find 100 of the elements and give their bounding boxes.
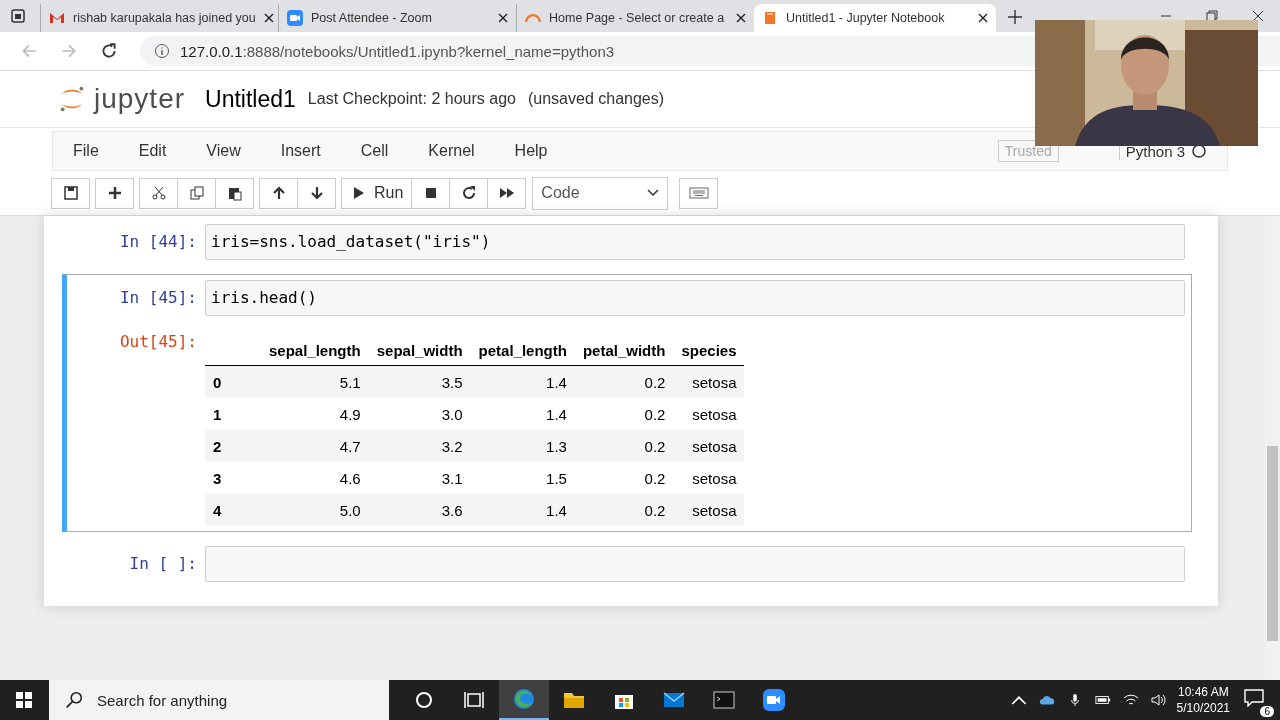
logo-icon: [58, 84, 86, 114]
table-cell: 0.2: [644, 437, 666, 455]
restart-button[interactable]: [449, 177, 489, 209]
plus-icon: [106, 185, 123, 201]
video-camera-icon: [762, 688, 786, 712]
save-button[interactable]: [51, 177, 90, 209]
add-cell-button[interactable]: [95, 177, 134, 209]
menu-item[interactable]: Insert: [280, 142, 321, 160]
move-up-button[interactable]: [259, 177, 298, 209]
menu-item[interactable]: Kernel: [428, 142, 475, 160]
menu-item[interactable]: File: [73, 142, 99, 160]
output-prompt: Out[45]:: [118, 331, 198, 353]
stop-button[interactable]: [411, 177, 451, 209]
table-cell: 0.2: [644, 405, 666, 423]
logo-text: jupyter: [94, 83, 186, 115]
speaker-icon[interactable]: [1150, 693, 1167, 707]
table-cell: setosa: [692, 437, 737, 455]
table-cell: 3.1: [441, 469, 463, 487]
table-cell: 0.2: [644, 501, 666, 519]
move-down-button[interactable]: [297, 177, 336, 209]
video-camera-icon: [287, 10, 303, 26]
table-cell: 1.5: [546, 469, 567, 487]
table-cell: 3.2: [441, 437, 463, 455]
notebook-cell[interactable]: In [44]: iris=sns.load_dataset("iris"): [62, 218, 1192, 266]
battery-icon[interactable]: [1094, 693, 1111, 707]
browser-tab[interactable]: Untitled1 - Jupyter Notebook: [754, 4, 996, 32]
run-button[interactable]: Run: [341, 177, 413, 209]
code-input[interactable]: iris.head(): [205, 280, 1185, 316]
table-cell: 5.1: [339, 373, 361, 391]
kernel-status-icon: [1191, 143, 1207, 159]
new-tab-icon[interactable]: [1008, 10, 1022, 24]
cell-type-dropdown[interactable]: Code: [532, 176, 669, 210]
close-icon[interactable]: [498, 13, 508, 23]
table-cell: 4.9: [339, 405, 361, 423]
notebook-cell[interactable]: [62, 274, 1192, 532]
restore-icon[interactable]: [1206, 10, 1218, 22]
wifi-icon[interactable]: [1122, 693, 1139, 707]
close-icon[interactable]: [1252, 10, 1264, 22]
input-prompt: In [45]:: [118, 287, 198, 309]
browser-icon: [512, 687, 536, 711]
input-prompt: In [44]:: [118, 231, 198, 253]
notification-count: 6: [1260, 706, 1274, 717]
keyboard-icon: [688, 187, 709, 199]
row-index: 4: [213, 501, 222, 519]
row-index: 3: [213, 469, 222, 487]
column-header: sepal_length: [269, 342, 361, 359]
close-icon[interactable]: [263, 13, 274, 23]
menu-item[interactable]: Help: [514, 142, 548, 160]
checkpoint-text: Last Checkpoint: 2 hours ago: [307, 90, 516, 108]
terminal-icon: [712, 688, 736, 712]
row-index: 1: [213, 405, 222, 423]
save-status: (unsaved changes): [527, 90, 665, 108]
fast-forward-button[interactable]: [487, 177, 527, 209]
tab-actions-icon[interactable]: [10, 8, 26, 24]
notebook-name[interactable]: Untitled1: [205, 85, 296, 113]
close-icon[interactable]: [978, 13, 988, 23]
table-cell: 1.3: [546, 437, 567, 455]
code-text: iris.head(): [211, 288, 317, 307]
windows-logo-icon[interactable]: [16, 692, 32, 708]
search-icon: [65, 691, 83, 709]
arrow-down-icon: [308, 185, 325, 201]
column-header: sepal_width: [376, 342, 463, 359]
restart-icon: [460, 185, 477, 201]
menu-item[interactable]: Cell: [360, 142, 389, 160]
scrollbar-thumb[interactable]: [1267, 446, 1278, 641]
copy-icon: [188, 185, 205, 201]
code-input[interactable]: iris=sns.load_dataset("iris"): [205, 224, 1185, 260]
table-cell: 1.4: [546, 373, 567, 391]
table-cell: 4.6: [339, 469, 361, 487]
row-index: 2: [213, 437, 222, 455]
code-input[interactable]: [205, 546, 1185, 582]
table-cell: setosa: [692, 501, 737, 519]
column-header: species: [681, 342, 737, 359]
clock-time: 10:46 AM: [1177, 684, 1229, 700]
menu-item[interactable]: Edit: [138, 142, 167, 160]
table-cell: 1.4: [546, 501, 567, 519]
paste-button[interactable]: [215, 177, 254, 209]
reload-icon[interactable]: [100, 42, 118, 60]
menu-item[interactable]: View: [206, 142, 241, 160]
clipboard-icon: [226, 185, 243, 201]
notebook-cell[interactable]: In [ ]:: [62, 540, 1192, 588]
mail-icon: [49, 10, 65, 26]
clock[interactable]: 10:46 AM 5/10/2021: [1176, 684, 1230, 716]
notification-icon[interactable]: [1244, 689, 1264, 707]
scissors-icon: [150, 185, 167, 201]
book-icon: [762, 10, 778, 26]
column-header: petal_width: [582, 342, 666, 359]
table-cell: 5.0: [339, 501, 361, 519]
browser-tab[interactable]: Post Attendee - Zoom: [278, 4, 516, 32]
table-cell: setosa: [692, 469, 737, 487]
cut-button[interactable]: [139, 177, 178, 209]
table-cell: setosa: [692, 405, 737, 423]
browser-tab[interactable]: rishab karupakala has joined you: [40, 4, 278, 32]
input-prompt: In [ ]:: [128, 553, 198, 575]
close-icon[interactable]: [736, 13, 746, 23]
table-cell: 0.2: [644, 469, 666, 487]
table-cell: setosa: [692, 373, 737, 391]
cloud-icon[interactable]: [1038, 693, 1055, 707]
column-header: petal_length: [478, 342, 567, 359]
search-field[interactable]: Search for anything: [49, 680, 389, 720]
